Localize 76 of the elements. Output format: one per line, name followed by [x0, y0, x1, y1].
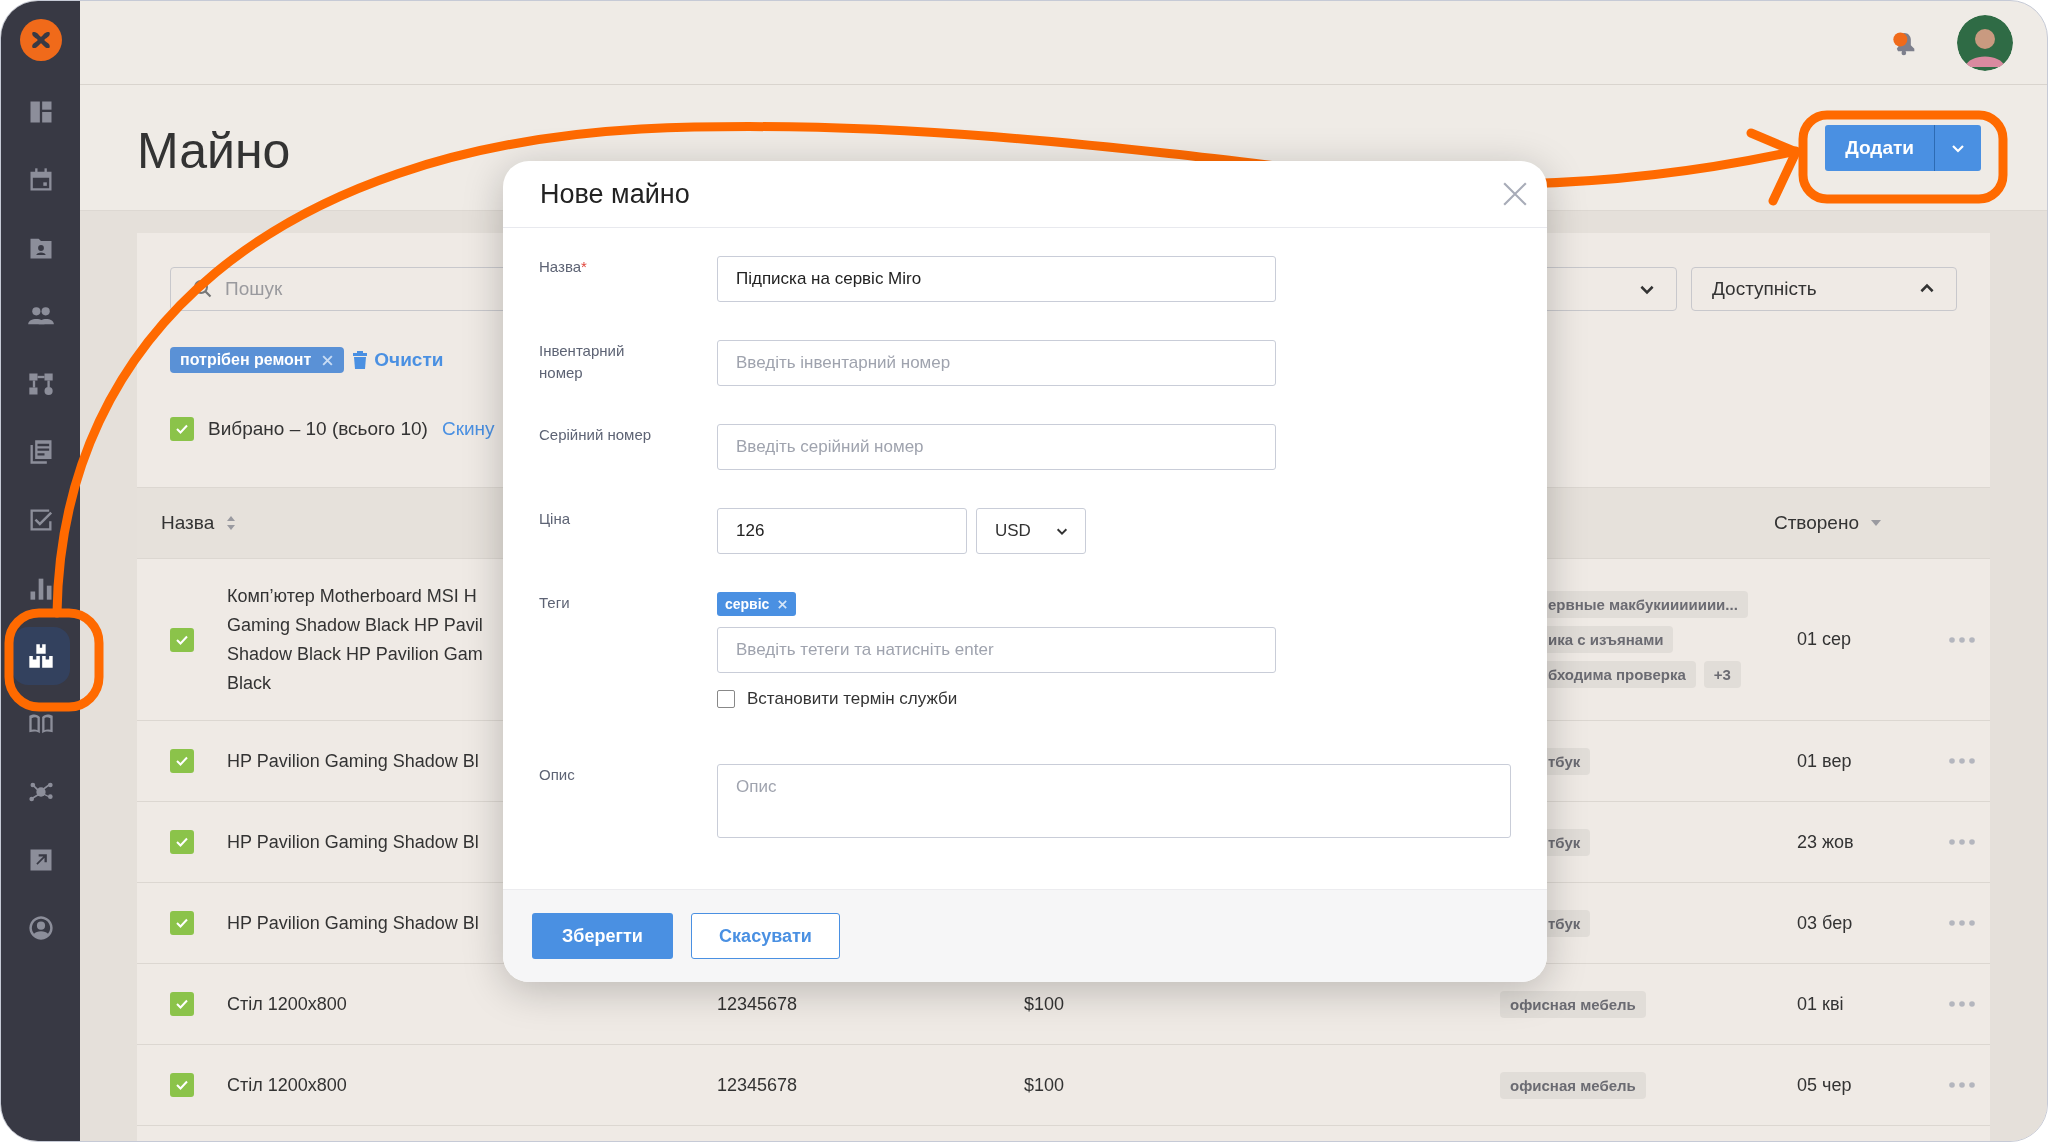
item-name: HP Pavilion Gaming Shadow Bl: [227, 830, 479, 854]
sort-icon: [226, 515, 237, 531]
inventory-number: 12345678: [717, 993, 798, 1014]
item-name: HP Pavilion Gaming Shadow Bl: [227, 911, 479, 935]
close-icon[interactable]: [321, 353, 335, 367]
tag: тбук: [1546, 828, 1591, 856]
more-icon[interactable]: [1949, 1001, 1975, 1007]
tag: тбук: [1546, 747, 1591, 775]
column-header[interactable]: Назва: [161, 512, 237, 534]
more-icon[interactable]: [1949, 920, 1975, 926]
field-label: Теги: [539, 593, 570, 613]
currency-select[interactable]: USD: [976, 508, 1086, 554]
checkbox-label: Встановити термін служби: [747, 689, 958, 709]
clear-link[interactable]: Очисти: [374, 349, 444, 371]
field-label: Опис: [539, 765, 575, 785]
tag: бходима проверка: [1546, 661, 1696, 688]
checkbox[interactable]: [717, 690, 735, 708]
created-date: 01 вер: [1797, 750, 1852, 771]
item-name: Комп’ютер Motherboard MSI H Gaming Shadow Black HP Pavil Shadow Black HP Pavilion Gam Black: [227, 584, 483, 695]
filter-chip[interactable]: потрібен ремонт: [170, 347, 345, 373]
trash-icon[interactable]: [352, 351, 369, 369]
text-field[interactable]: Введіть інвентарний номер: [717, 340, 1276, 386]
more-icon[interactable]: [1949, 1082, 1975, 1088]
created-date: 03 бер: [1797, 912, 1853, 933]
more-icon[interactable]: [1949, 839, 1975, 845]
tag: офисная мебель: [1500, 1071, 1646, 1099]
selection-count: Вибрано – 10 (всього 10): [208, 418, 428, 440]
row-checkbox[interactable]: [170, 992, 194, 1016]
select-all-checkbox[interactable]: [170, 417, 194, 441]
tags-field[interactable]: Введіть тетеги та натисніть enter: [717, 627, 1276, 673]
price-field[interactable]: 126: [717, 508, 967, 554]
nav-item[interactable]: [11, 627, 70, 685]
created-date: 01 кві: [1797, 993, 1844, 1014]
tag: ика с изъянами: [1546, 626, 1674, 653]
more-tags-count[interactable]: +3: [1703, 661, 1741, 688]
search-icon: [193, 279, 213, 299]
description-field[interactable]: Опис: [717, 764, 1511, 838]
cancel-button[interactable]: Скасувати: [691, 913, 840, 959]
price: $100: [1024, 993, 1065, 1014]
tag: ервные макбукиииииии...: [1546, 591, 1748, 618]
tag: офисная мебель: [1500, 990, 1646, 1018]
close-icon[interactable]: [1502, 181, 1528, 207]
item-name: HP Pavilion Gaming Shadow Bl: [227, 749, 479, 773]
more-icon[interactable]: [1949, 636, 1975, 643]
row-checkbox[interactable]: [170, 830, 194, 854]
page-title: Майно: [137, 121, 291, 180]
item-name: Стіл 1200x800: [227, 1073, 347, 1097]
availability-dropdown[interactable]: Доступність: [1691, 267, 1957, 311]
inventory-number: 12345678: [717, 1074, 798, 1095]
add-button[interactable]: Додати: [1825, 124, 1981, 171]
assets-icon: [26, 642, 55, 670]
created-date: 01 сер: [1797, 629, 1852, 649]
created-date: 23 жов: [1797, 831, 1854, 852]
field-label: Інвентарний номер: [539, 341, 626, 383]
price: $100: [1024, 1074, 1065, 1095]
column-header[interactable]: Створено: [1773, 512, 1881, 534]
text-field[interactable]: Введіть серійний номер: [717, 424, 1276, 470]
sort-down-icon: [1871, 520, 1881, 526]
save-button[interactable]: Зберегти: [532, 913, 673, 959]
text-field[interactable]: Підписка на сервіс Miro: [717, 256, 1276, 302]
tag: тбук: [1546, 909, 1591, 937]
logo-icon[interactable]: [19, 19, 62, 61]
item-name: Стіл 1200x800: [227, 992, 347, 1016]
row-checkbox[interactable]: [170, 1073, 194, 1097]
created-date: 05 чер: [1797, 1074, 1852, 1095]
reset-link[interactable]: Скину: [441, 418, 495, 440]
more-icon[interactable]: [1949, 758, 1975, 764]
row-checkbox[interactable]: [170, 749, 194, 773]
profile-icon: [26, 914, 55, 942]
field-label: Серійний номер: [539, 425, 652, 445]
tag[interactable]: сервіс: [717, 592, 797, 616]
row-checkbox[interactable]: [170, 627, 194, 652]
dialog-title: Нове майно: [540, 178, 690, 210]
avatar[interactable]: [1957, 14, 2013, 71]
row-checkbox[interactable]: [170, 911, 194, 935]
field-label: Ціна: [539, 509, 571, 529]
